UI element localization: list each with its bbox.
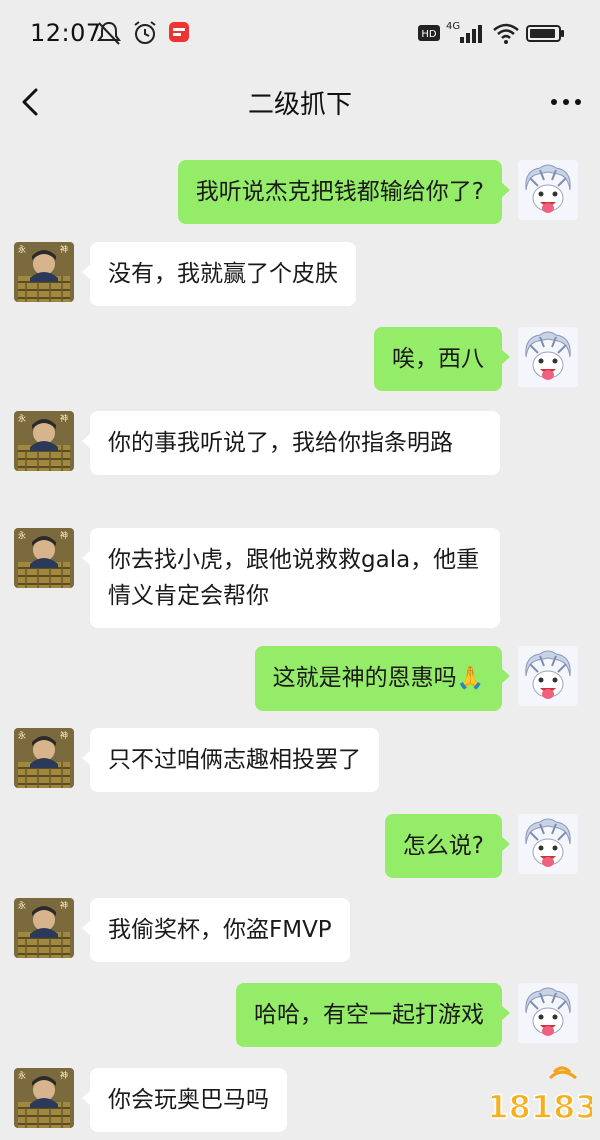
more-options-button[interactable]	[546, 90, 586, 114]
message-text: 这就是神的恩惠吗	[272, 665, 457, 691]
alarm-icon	[134, 21, 156, 44]
message-bubble[interactable]: 只不过咱俩志趣相投罢了	[82, 728, 379, 792]
signal-icon	[460, 25, 482, 43]
contact-avatar[interactable]	[14, 1068, 74, 1128]
contact-avatar[interactable]	[14, 242, 74, 302]
message-bubble[interactable]: 你的事我听说了，我给你指条明路	[82, 411, 500, 475]
message-bubble[interactable]: 你去找小虎，跟他说救救gala，他重情义肯定会帮你	[82, 528, 500, 628]
contact-avatar[interactable]	[14, 898, 74, 958]
message-bubble[interactable]: 你会玩奥巴马吗	[82, 1068, 287, 1132]
my-avatar[interactable]	[518, 160, 578, 220]
status-bar: 12:07 HD 4G	[0, 0, 600, 66]
my-avatar[interactable]	[518, 646, 578, 706]
contact-avatar[interactable]	[14, 728, 74, 788]
contact-avatar[interactable]	[14, 411, 74, 471]
message-bubble[interactable]: 我偷奖杯，你盗FMVP	[82, 898, 350, 962]
message-bubble[interactable]: 没有，我就赢了个皮肤	[82, 242, 356, 306]
battery-icon	[526, 25, 564, 42]
wifi-icon	[493, 23, 519, 44]
my-avatar[interactable]	[518, 814, 578, 874]
message-bubble[interactable]: 怎么说?	[384, 814, 511, 878]
pray-emoji-icon: 🙏	[456, 666, 484, 691]
status-time: 12:07	[30, 19, 102, 47]
mute-icon	[97, 21, 121, 45]
watermark-text: 18183	[492, 1088, 592, 1126]
svg-text:HD: HD	[421, 29, 437, 40]
contact-avatar[interactable]	[14, 528, 74, 588]
my-avatar[interactable]	[518, 983, 578, 1043]
message-bubble[interactable]: 这就是神的恩惠吗🙏	[254, 646, 511, 711]
message-bubble[interactable]: 我听说杰克把钱都输给你了?	[177, 160, 511, 224]
message-bubble[interactable]: 唉，西八	[374, 327, 510, 391]
chat-header: 二级抓下	[0, 66, 600, 136]
message-bubble[interactable]: 哈哈，有空一起打游戏	[236, 983, 510, 1047]
app-notification-icon	[169, 22, 189, 42]
chat-title: 二级抓下	[247, 90, 352, 120]
hd-icon: HD	[418, 25, 440, 41]
site-watermark-logo: 18183	[492, 1066, 592, 1127]
my-avatar[interactable]	[518, 327, 578, 387]
